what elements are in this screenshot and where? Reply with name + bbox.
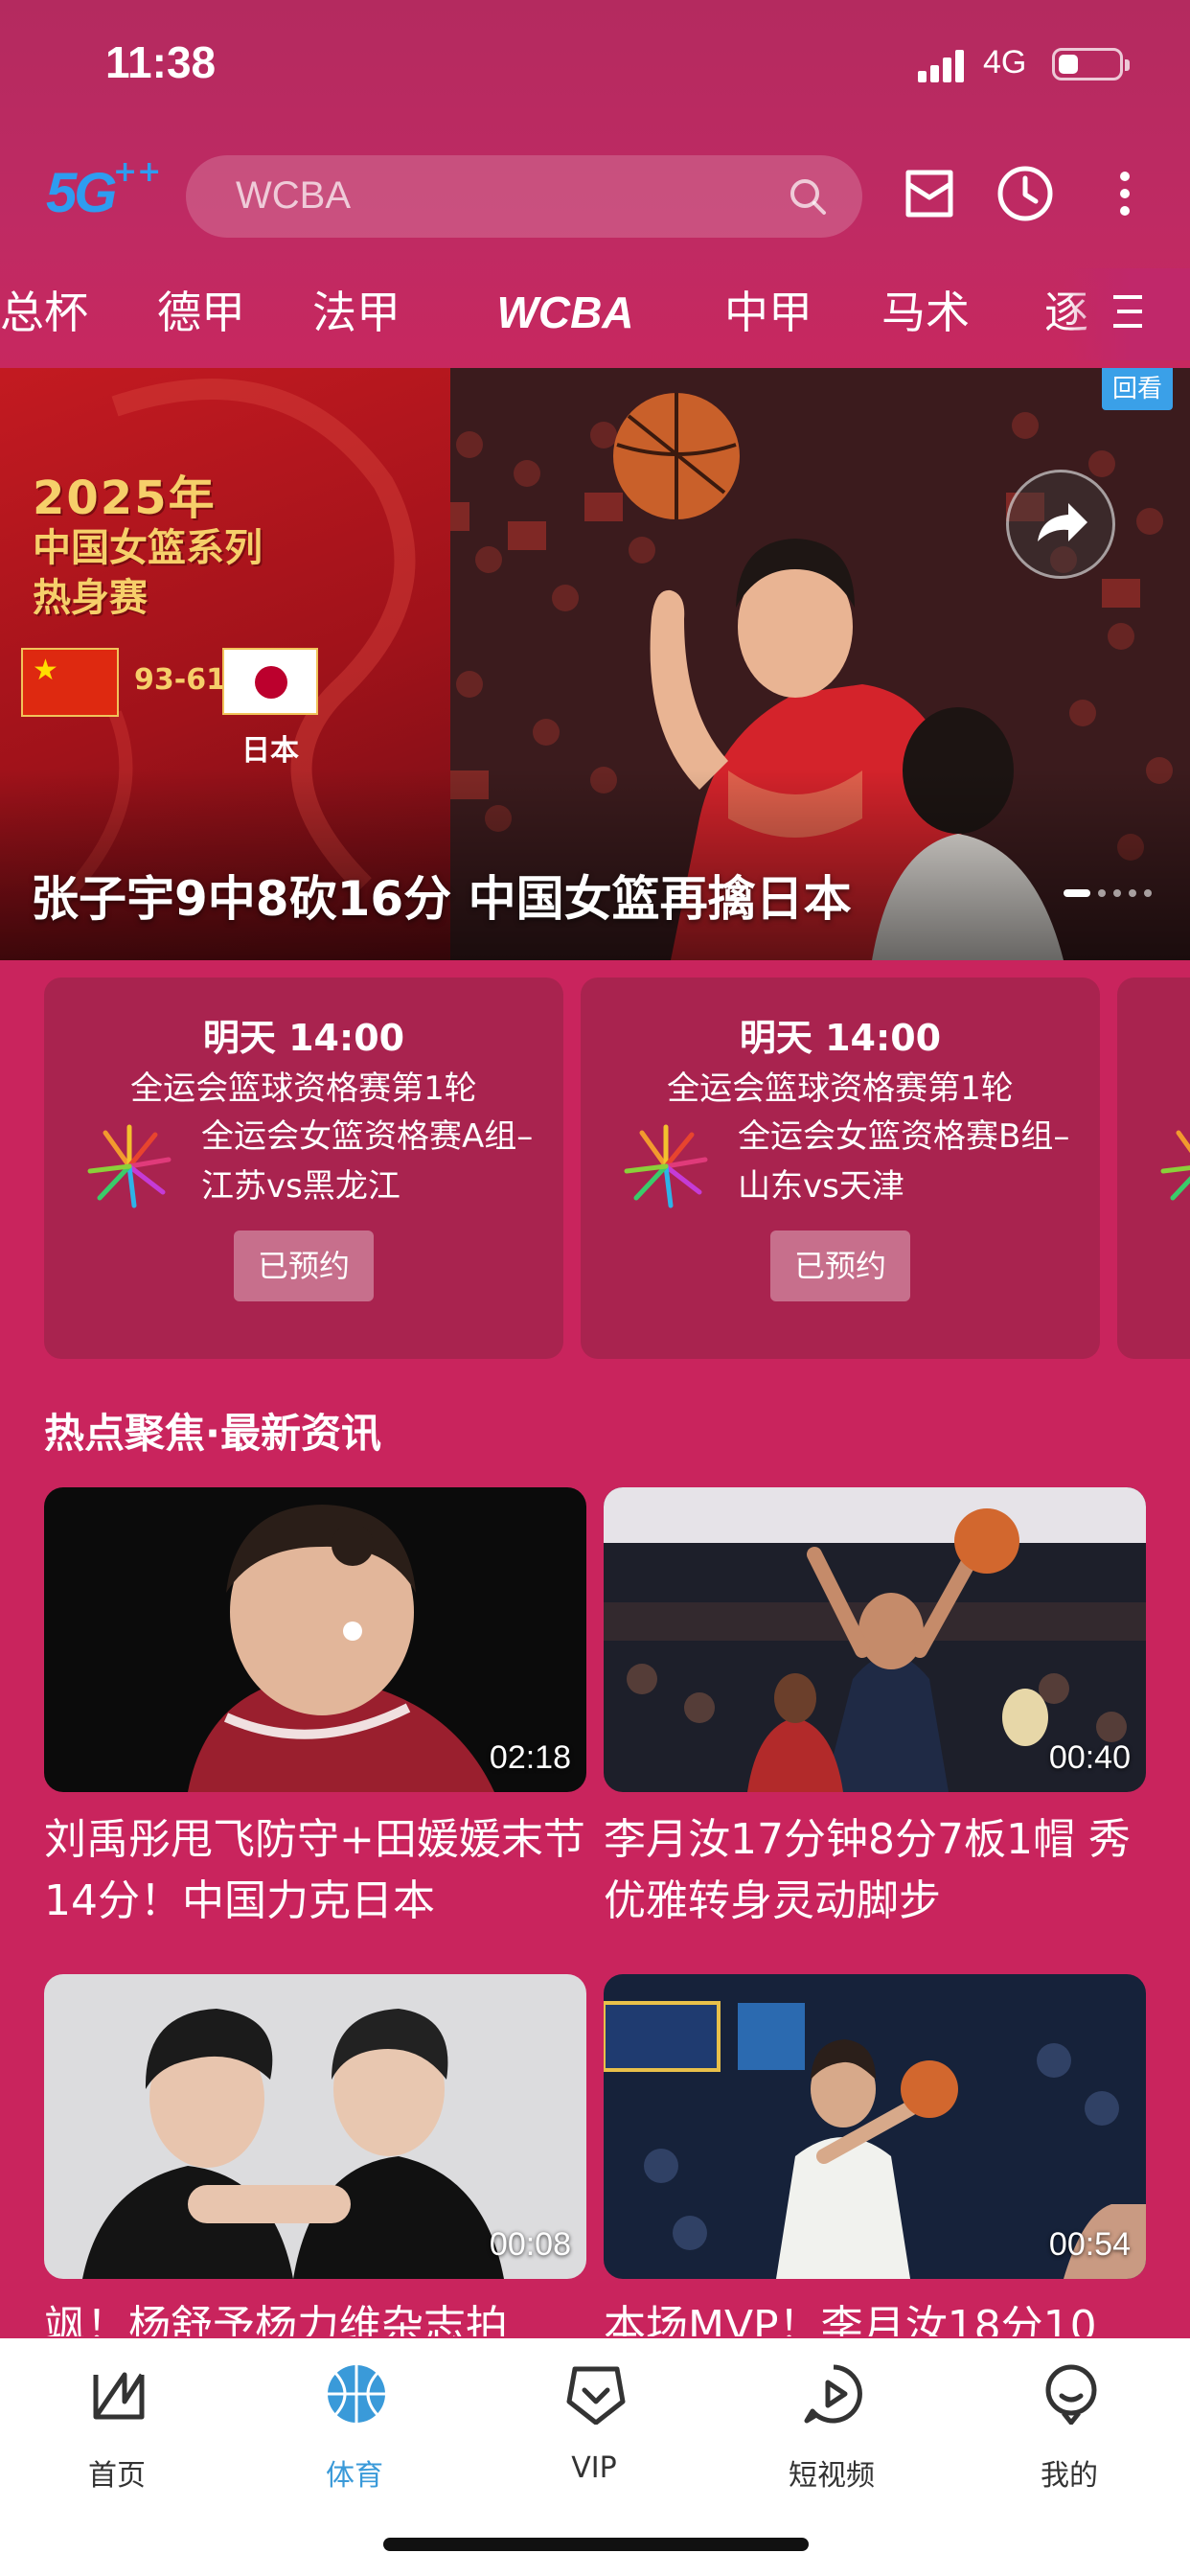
tab-zongbei[interactable]: 总杯 (0, 278, 88, 341)
match-round: 全运会篮球资格赛第1轮 (130, 1070, 477, 1108)
match-round: 全运会篮球资格赛第1轮 (667, 1070, 1014, 1108)
schedule-card[interactable]: 明天 14:00 全运会篮球资格赛第1轮 全运会女篮资格赛A组–江苏vs黑龙江 … (44, 978, 563, 1359)
network-label: 4G (983, 44, 1027, 80)
basketball-icon (328, 2365, 385, 2423)
search-bar[interactable]: WCBA (186, 155, 862, 238)
promo-score: 93-61 (134, 663, 226, 697)
video-duration: 02:18 (489, 1739, 571, 1776)
tab-menu-icon[interactable] (1104, 288, 1152, 335)
tab-ligue1[interactable]: 法甲 (312, 278, 400, 341)
profile-icon (1045, 2364, 1097, 2425)
video-duration: 00:54 (1048, 2226, 1131, 2263)
video-thumbnail[interactable]: 00:40 (604, 1487, 1146, 1792)
promo-year: 2025年 (33, 472, 217, 525)
promo-opponent: 日本 (241, 734, 299, 768)
share-arrow-icon (1038, 503, 1087, 541)
nav-label: VIP (571, 2451, 617, 2485)
tab-bundesliga[interactable]: 德甲 (157, 278, 245, 341)
wcba-tab-label: WCBA (496, 288, 633, 337)
match-name: 全运会女篮资格赛A组–江苏vs黑龙江 (201, 1117, 534, 1206)
nav-label: 首页 (88, 2459, 146, 2493)
video-duration: 00:08 (489, 2226, 571, 2263)
top-header: 11:38 4G 5G ++ WCBA 总杯 德甲 法甲 WCBA 中甲 马术 (0, 0, 1190, 368)
nav-item-short-video[interactable]: 短视频 (755, 2363, 908, 2507)
section-title: 热点聚焦·最新资讯 (44, 1410, 381, 1457)
promo-title: 2025年 中国女篮系列 热身赛 (33, 473, 339, 623)
app-logo[interactable]: 5G ++ (46, 155, 161, 228)
nav-item-home[interactable]: 首页 (40, 2363, 194, 2507)
battery-icon (1052, 48, 1130, 80)
nav-label: 短视频 (789, 2459, 875, 2493)
video-title[interactable]: 飒！杨舒予杨力维杂志拍 (44, 2296, 609, 2336)
tab-wcba[interactable]: WCBA (458, 276, 673, 353)
search-icon[interactable] (788, 176, 828, 217)
tab-china-league[interactable]: 中甲 (724, 278, 812, 341)
match-time: 明天 14:00 (202, 1017, 405, 1059)
video-thumbnail[interactable]: 02:18 (44, 1487, 586, 1792)
category-tabs: 总杯 德甲 法甲 WCBA 中甲 马术 逐 (0, 268, 1190, 360)
status-time: 11:38 (105, 37, 217, 87)
reserved-button[interactable]: 已预约 (770, 1230, 910, 1301)
history-clock-icon[interactable] (995, 163, 1056, 224)
schedule-card-partial[interactable] (1117, 978, 1190, 1359)
more-menu-icon[interactable] (1094, 163, 1156, 224)
nav-item-vip[interactable]: VIP (517, 2363, 671, 2507)
china-flag-icon: ★ (21, 648, 119, 717)
nav-label: 体育 (326, 2459, 383, 2493)
nav-item-profile[interactable]: 我的 (993, 2363, 1146, 2507)
share-button[interactable] (1006, 470, 1115, 579)
home-indicator[interactable] (383, 2538, 809, 2551)
wcba-logo-icon: WCBA (496, 288, 633, 337)
video-thumbnail[interactable]: 00:08 (44, 1974, 586, 2279)
video-title[interactable]: 李月汝17分钟8分7板1帽 秀优雅转身灵动脚步 (604, 1809, 1159, 1932)
logo-text: 5G (46, 162, 117, 224)
status-bar: 11:38 4G (0, 0, 1190, 134)
tab-equestrian[interactable]: 马术 (881, 278, 970, 341)
video-title[interactable]: 本场MVP！李月汝18分10 (604, 2296, 1169, 2336)
inbox-icon[interactable] (899, 163, 960, 224)
national-games-logo-icon (87, 1124, 172, 1208)
logo-plus: ++ (113, 155, 162, 189)
replay-badge[interactable]: 回看 (1102, 368, 1173, 410)
promo-line2: 热身赛 (33, 576, 148, 620)
nav-item-sports[interactable]: 体育 (278, 2363, 431, 2507)
nav-label: 我的 (1041, 2459, 1098, 2493)
japan-flag-icon (222, 648, 318, 715)
video-title[interactable]: 刘禹彤甩飞防守+田媛媛末节14分！中国力克日本 (44, 1809, 609, 1932)
match-time: 明天 14:00 (739, 1017, 942, 1059)
search-placeholder: WCBA (236, 174, 351, 217)
video-duration: 00:40 (1048, 1739, 1131, 1776)
promo-line1: 中国女篮系列 (33, 526, 263, 570)
signal-icon (918, 50, 966, 82)
vip-icon (566, 2366, 626, 2425)
home-icon (93, 2372, 145, 2420)
match-name: 全运会女篮资格赛B组–山东vs天津 (738, 1117, 1070, 1206)
schedule-card[interactable]: 明天 14:00 全运会篮球资格赛第1轮 全运会女篮资格赛B组–山东vs天津 已… (581, 978, 1100, 1359)
short-video-icon (804, 2364, 862, 2424)
hero-banner[interactable]: 2025年 中国女篮系列 热身赛 ★ 93-61 日本 回看 张子宇9中8砍16… (0, 368, 1190, 960)
national-games-logo-icon (624, 1124, 708, 1208)
national-games-logo-icon (1160, 1130, 1190, 1201)
video-thumbnail[interactable]: 00:54 (604, 1974, 1146, 2279)
reserved-button[interactable]: 已预约 (234, 1230, 374, 1301)
banner-caption: 张子宇9中8砍16分 中国女篮再擒日本 (31, 871, 852, 927)
